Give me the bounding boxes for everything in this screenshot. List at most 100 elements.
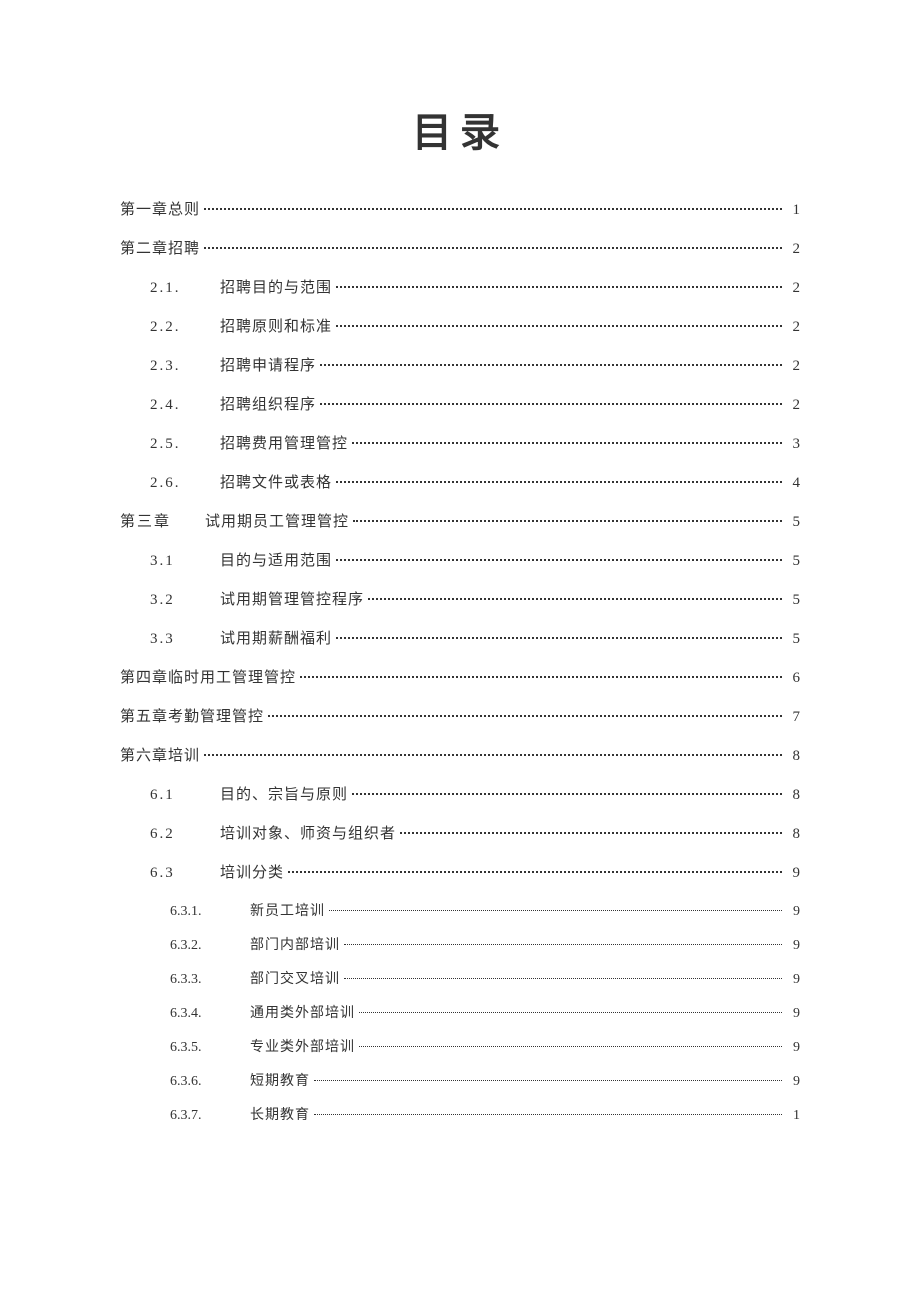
toc-entry-page: 8	[786, 748, 800, 765]
toc-entry: 3.3试用期薪酬福利 5	[120, 627, 800, 648]
toc-entry-number: 6.2	[150, 826, 220, 843]
toc-entry: 2.1.招聘目的与范围 2	[120, 276, 800, 297]
toc-entry-number: 6.3	[150, 865, 220, 882]
toc-leader-dots	[344, 978, 782, 979]
toc-leader-dots	[352, 442, 782, 444]
toc-entry-text: 目的与适用范围	[220, 549, 332, 570]
toc-entry-text: 培训分类	[220, 861, 284, 882]
toc-entry-text: 第一章总则	[120, 198, 200, 219]
toc-entry-text: 招聘文件或表格	[220, 471, 332, 492]
toc-leader-dots	[300, 676, 782, 678]
toc-entry-page: 1	[786, 1108, 800, 1124]
toc-entry-text: 部门内部培训	[250, 934, 340, 954]
toc-entry-number: 6.3.3.	[170, 972, 250, 988]
toc-entry-page: 9	[786, 972, 800, 988]
toc-entry-number: 6.1	[150, 787, 220, 804]
toc-leader-dots	[352, 793, 782, 795]
toc-leader-dots	[320, 364, 782, 366]
toc-leader-dots	[336, 481, 782, 483]
toc-entry: 第一章总则 1	[120, 198, 800, 219]
toc-leader-dots	[336, 325, 782, 327]
toc-leader-dots	[288, 871, 782, 873]
toc-leader-dots	[314, 1114, 782, 1115]
toc-entry: 6.3.7.长期教育 1	[120, 1104, 800, 1124]
toc-entry: 2.2.招聘原则和标准2	[120, 315, 800, 336]
toc-entry-number: 3.1	[150, 553, 220, 570]
toc-entry: 第四章临时用工管理管控6	[120, 666, 800, 687]
toc-entry: 6.3.5.专业类外部培训 9	[120, 1036, 800, 1056]
toc-entry-number: 2.1.	[150, 280, 220, 297]
toc-entry-text: 长期教育	[250, 1104, 310, 1124]
toc-entry: 2.5.招聘费用管理管控3	[120, 432, 800, 453]
toc-entry-page: 5	[786, 514, 800, 531]
toc-entry: 6.3.3.部门交叉培训 9	[120, 968, 800, 988]
toc-entry-text: 试用期管理管控程序	[220, 588, 364, 609]
toc-entry-text: 第四章临时用工管理管控	[120, 666, 296, 687]
toc-leader-dots	[336, 559, 782, 561]
toc-entry: 2.3.招聘申请程序 2	[120, 354, 800, 375]
toc-entry: 第三章试用期员工管理管控5	[120, 510, 800, 531]
toc-leader-dots	[336, 637, 782, 639]
toc-entry-page: 5	[786, 592, 800, 609]
toc-entry-text: 试用期薪酬福利	[220, 627, 332, 648]
toc-leader-dots	[336, 286, 782, 288]
toc-entry-number: 2.2.	[150, 319, 220, 336]
toc-entry-number: 6.3.4.	[170, 1006, 250, 1022]
toc-entry-number: 3.3	[150, 631, 220, 648]
toc-entry-number: 2.4.	[150, 397, 220, 414]
toc-entry-page: 1	[786, 202, 800, 219]
toc-entry: 第二章招聘2	[120, 237, 800, 258]
toc-entry: 3.1目的与适用范围 5	[120, 549, 800, 570]
toc-entry-number: 6.3.5.	[170, 1040, 250, 1056]
toc-leader-dots	[368, 598, 782, 600]
toc-entry-text: 通用类外部培训	[250, 1002, 355, 1022]
toc-entry: 2.6.招聘文件或表格 4	[120, 471, 800, 492]
toc-entry-text: 第五章考勤管理管控	[120, 705, 264, 726]
toc-entry-text: 招聘原则和标准	[220, 315, 332, 336]
toc-entry-text: 专业类外部培训	[250, 1036, 355, 1056]
toc-entry-page: 9	[786, 904, 800, 920]
toc-entry-page: 9	[786, 1040, 800, 1056]
toc-entry-page: 2	[786, 358, 800, 375]
table-of-contents: 第一章总则1第二章招聘22.1.招聘目的与范围22.2.招聘原则和标准22.3.…	[120, 198, 800, 1124]
toc-entry-text: 短期教育	[250, 1070, 310, 1090]
toc-leader-dots	[268, 715, 782, 717]
toc-entry-page: 3	[786, 436, 800, 453]
toc-entry-number: 2.5.	[150, 436, 220, 453]
toc-entry-text: 第六章培训	[120, 744, 200, 765]
toc-entry: 3.2试用期管理管控程序5	[120, 588, 800, 609]
toc-leader-dots	[359, 1012, 782, 1013]
toc-entry-page: 9	[786, 1006, 800, 1022]
toc-entry-page: 9	[786, 865, 800, 882]
toc-entry-text: 招聘组织程序	[220, 393, 316, 414]
toc-entry-page: 8	[786, 787, 800, 804]
toc-entry-number: 2.3.	[150, 358, 220, 375]
toc-entry-page: 5	[786, 631, 800, 648]
toc-entry: 第六章培训 8	[120, 744, 800, 765]
toc-entry-text: 目的、宗旨与原则	[220, 783, 348, 804]
toc-entry-page: 2	[786, 280, 800, 297]
toc-entry-text: 招聘目的与范围	[220, 276, 332, 297]
toc-leader-dots	[204, 754, 782, 756]
toc-entry-number: 第三章	[120, 510, 205, 531]
toc-entry-page: 5	[786, 553, 800, 570]
toc-entry-text: 培训对象、师资与组织者	[220, 822, 396, 843]
toc-entry: 6.3.6.短期教育9	[120, 1070, 800, 1090]
toc-entry-number: 2.6.	[150, 475, 220, 492]
toc-leader-dots	[320, 403, 782, 405]
toc-entry-text: 招聘申请程序	[220, 354, 316, 375]
toc-entry: 第五章考勤管理管控7	[120, 705, 800, 726]
toc-entry-number: 6.3.2.	[170, 938, 250, 954]
toc-leader-dots	[204, 208, 782, 210]
toc-entry-text: 新员工培训	[250, 900, 325, 920]
toc-entry-text: 部门交叉培训	[250, 968, 340, 988]
toc-entry-page: 2	[786, 397, 800, 414]
toc-entry-page: 4	[786, 475, 800, 492]
toc-entry-page: 2	[786, 241, 800, 258]
toc-leader-dots	[359, 1046, 782, 1047]
toc-entry-number: 6.3.7.	[170, 1108, 250, 1124]
toc-leader-dots	[329, 910, 782, 911]
toc-entry: 6.3.4.通用类外部培训 9	[120, 1002, 800, 1022]
toc-entry-page: 9	[786, 938, 800, 954]
toc-entry: 6.1目的、宗旨与原则 8	[120, 783, 800, 804]
